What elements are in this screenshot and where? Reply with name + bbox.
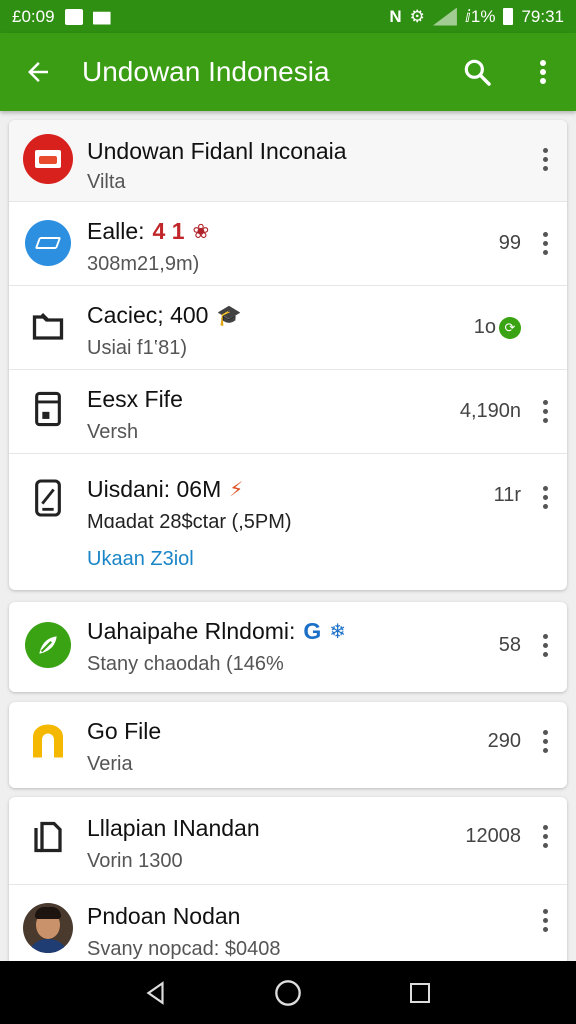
item-subtitle: Svany nopcad: $0408: [87, 938, 281, 960]
item-subtitle: Vilta: [87, 171, 126, 193]
item-more-button[interactable]: [537, 232, 553, 255]
nfc-icon: N: [389, 6, 402, 26]
item-more-button[interactable]: [537, 909, 553, 932]
item-meta: 99: [498, 232, 521, 254]
item-more-button[interactable]: [537, 400, 553, 423]
shopping-notification-icon: [92, 11, 111, 25]
avatar: [23, 903, 73, 953]
item-meta: 1o ⟳: [474, 316, 521, 339]
yellow-arch-icon: [33, 724, 63, 758]
back-button[interactable]: [0, 33, 76, 111]
item-meta: 11r: [493, 484, 521, 506]
item-meta: 290: [487, 730, 521, 752]
item-meta: 58: [498, 634, 521, 656]
folder-icon: [32, 312, 64, 340]
item-title-extra: G: [303, 618, 322, 644]
item-title: Pndoan Nodan: [87, 903, 241, 929]
status-time-left: £0:09: [12, 6, 55, 26]
nav-recents-button[interactable]: [390, 968, 450, 1018]
item-link[interactable]: Ukaan Z3iol: [87, 548, 567, 571]
flower-emoji-icon: ❀: [192, 220, 210, 243]
item-more-button[interactable]: [537, 825, 553, 848]
status-time-right: 79:31: [521, 6, 564, 26]
system-nav-bar: [0, 961, 576, 1024]
item-title: Ealle:: [87, 218, 145, 244]
red-brand-logo-icon: [23, 134, 73, 184]
item-subtitle: Stany chaodah (146%: [87, 653, 284, 675]
search-button[interactable]: [444, 33, 510, 111]
item-more-button[interactable]: [537, 634, 553, 657]
green-leaf-icon: [25, 622, 71, 668]
arrow-left-icon: [28, 62, 48, 82]
list-item[interactable]: Undowan Fidanl Inconaia Vilta: [9, 120, 567, 202]
file-card-2: Uahaipahe Rlndomi: G ❄ Stany chaodah (146%…: [9, 602, 567, 692]
item-subtitle: Veria: [87, 753, 133, 775]
list-item[interactable]: Ealle: 4 1 ❀ 308m21,9m) 99: [9, 202, 567, 286]
gallery-notification-icon: [64, 8, 83, 25]
nav-back-button[interactable]: [126, 968, 186, 1018]
item-meta: 4,190n: [459, 400, 521, 422]
phone-doc-icon: [35, 479, 61, 517]
item-subtitle: Vorin 1300: [87, 850, 183, 872]
graduation-cap-icon: 🎓: [216, 304, 242, 327]
nav-recents-icon: [410, 982, 430, 1003]
battery-icon: [503, 8, 514, 25]
item-title: Uahaipahe Rlndomi:: [87, 618, 296, 644]
nav-home-icon: [275, 979, 301, 1006]
search-icon: [464, 59, 491, 86]
list-item[interactable]: Pndoan Nodan Svany nopcad: $0408: [9, 885, 567, 973]
battery-percent: ⅈ1%: [464, 6, 496, 26]
file-card-3: Go File Veria 290: [9, 702, 567, 788]
blue-circle-icon: [25, 220, 71, 266]
files-icon: [34, 821, 62, 853]
alarm-icon: ⚙: [409, 6, 425, 26]
item-subtitle: Usiai f1‛81): [87, 337, 188, 359]
status-bar: £0:09 N ⚙ ⅈ1% 79:31: [0, 0, 576, 33]
item-more-button[interactable]: [537, 486, 553, 509]
item-title-extra: 4 1: [152, 218, 185, 244]
list-item[interactable]: Uahaipahe Rlndomi: G ❄ Stany chaodah (146%…: [9, 602, 567, 692]
nav-back-icon: [146, 980, 164, 1005]
nav-home-button[interactable]: [258, 968, 318, 1018]
app-bar: Undowan Indonesia: [0, 33, 576, 111]
signal-icon: [432, 7, 457, 26]
item-more-button[interactable]: [537, 148, 553, 171]
item-title: Uisdani: 06M: [87, 476, 222, 502]
list-item[interactable]: Uisdani: 06M ⚡ Mɑadat 28$ctar (,5PM) Ukaa…: [9, 454, 567, 590]
check-badge-icon: ⟳: [499, 316, 521, 339]
document-icon: [35, 391, 61, 427]
item-meta: 12008: [465, 825, 521, 847]
app-title: Undowan Indonesia: [82, 56, 330, 87]
item-subtitle: 308m21,9m): [87, 253, 200, 275]
item-subtitle: Versh: [87, 421, 139, 443]
snowflake-emoji-icon: ❄: [329, 620, 347, 643]
item-subtitle: Mɑadat 28$ctar (,5PM): [87, 511, 292, 533]
list-item[interactable]: Lllapian INandan Vorin 1300 12008: [9, 797, 567, 885]
list-item[interactable]: Go File Veria 290: [9, 702, 567, 788]
more-vert-icon: [540, 60, 546, 84]
item-title: Caciec; 400: [87, 302, 209, 328]
item-more-button[interactable]: [537, 730, 553, 753]
list-item[interactable]: Caciec; 400 🎓 Usiai f1‛81) 1o ⟳: [9, 286, 567, 370]
lightning-emoji-icon: ⚡: [229, 478, 244, 501]
item-title: Undowan Fidanl Inconaia: [87, 138, 347, 164]
list-item[interactable]: Eesx Fife Versh 4,190n: [9, 370, 567, 454]
file-card-1: Undowan Fidanl Inconaia Vilta Ealle: 4 1 ❀…: [9, 120, 567, 590]
overflow-menu-button[interactable]: [510, 33, 576, 111]
file-card-4: Lllapian INandan Vorin 1300 12008 Pndoan…: [9, 797, 567, 973]
